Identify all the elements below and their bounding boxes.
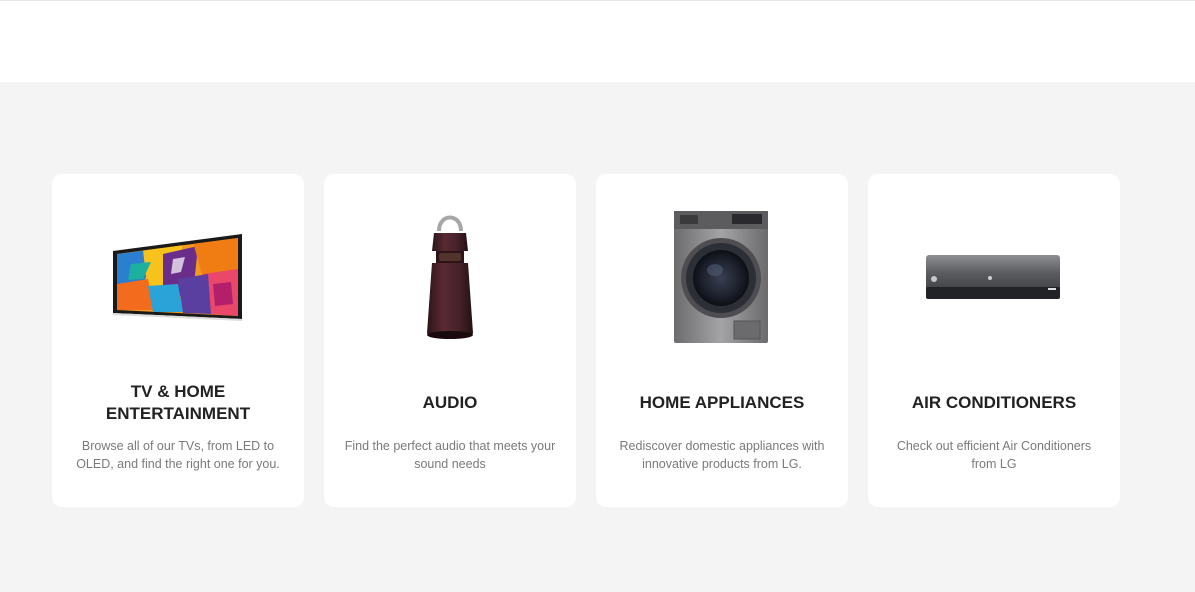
card-title: HOME APPLIANCES [639,393,805,412]
header-bar [0,0,1195,82]
tv-product-image [52,204,304,354]
card-description: Browse all of our TVs, from LED to OLED,… [76,439,280,471]
air-conditioner-product-image [868,204,1120,354]
category-card-audio[interactable]: AUDIO Find the perfect audio that meets … [324,174,576,507]
card-title: AUDIO [422,393,478,412]
category-card-home-appliances[interactable]: HOME APPLIANCES Rediscover domestic appl… [596,174,848,507]
card-description: Check out efficient Air Conditioners fro… [896,439,1092,471]
category-card-air-conditioners[interactable]: AIR CONDITIONERS Check out efficient Air… [868,174,1120,507]
card-description: Find the perfect audio that meets your s… [344,439,556,471]
category-card-tv[interactable]: TV & HOME ENTERTAINMENT Browse all of ou… [52,174,304,507]
washing-machine-product-image [596,204,848,354]
card-title: AIR CONDITIONERS [911,393,1077,412]
card-description: Rediscover domestic appliances with inno… [619,439,825,471]
speaker-product-image [324,204,576,354]
card-title: TV & HOME ENTERTAINMENT [105,382,251,423]
